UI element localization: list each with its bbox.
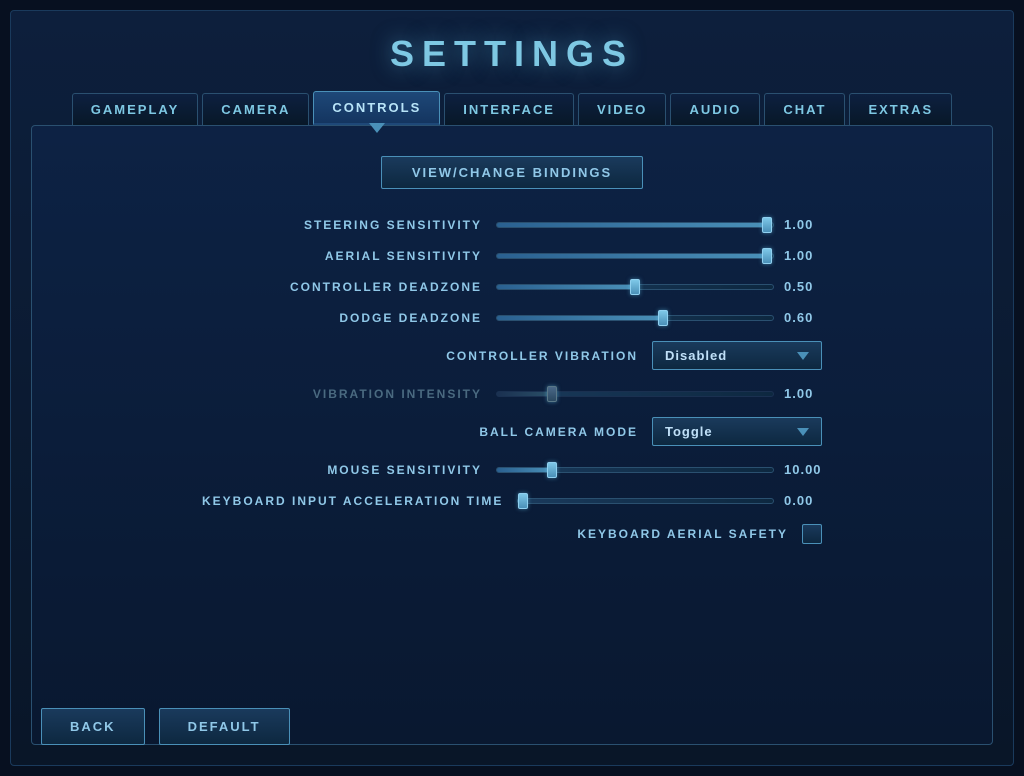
setting-row-ball-camera-mode: BALL CAMERA MODE Toggle bbox=[202, 417, 822, 446]
slider-track-steering[interactable] bbox=[496, 222, 774, 228]
slider-dodge-deadzone[interactable]: 0.60 bbox=[496, 310, 822, 325]
slider-thumb-controller-dz[interactable] bbox=[630, 279, 640, 295]
tab-extras[interactable]: EXTRAS bbox=[849, 93, 952, 125]
content-panel: VIEW/CHANGE BINDINGS STEERING SENSITIVIT… bbox=[31, 125, 993, 745]
bindings-button[interactable]: VIEW/CHANGE BINDINGS bbox=[381, 156, 643, 189]
setting-label-keyboard-aerial-safety: KEYBOARD AERIAL SAFETY bbox=[508, 527, 788, 541]
slider-thumb-aerial[interactable] bbox=[762, 248, 772, 264]
slider-thumb-steering[interactable] bbox=[762, 217, 772, 233]
slider-thumb-dodge-dz[interactable] bbox=[658, 310, 668, 326]
setting-row-controller-deadzone: CONTROLLER DEADZONE 0.50 bbox=[202, 279, 822, 294]
slider-track-controller-dz[interactable] bbox=[496, 284, 774, 290]
slider-mouse-sensitivity[interactable]: 10.00 bbox=[496, 462, 822, 477]
slider-thumb-vibration-intensity[interactable] bbox=[547, 386, 557, 402]
slider-controller-deadzone[interactable]: 0.50 bbox=[496, 279, 822, 294]
slider-value-dodge-dz: 0.60 bbox=[784, 310, 822, 325]
tab-video[interactable]: VIDEO bbox=[578, 93, 666, 125]
setting-label-controller-vibration: CONTROLLER VIBRATION bbox=[358, 349, 638, 363]
slider-thumb-mouse[interactable] bbox=[547, 462, 557, 478]
slider-value-steering: 1.00 bbox=[784, 217, 822, 232]
tab-active-arrow bbox=[369, 123, 385, 133]
setting-row-mouse-sensitivity: MOUSE SENSITIVITY 10.00 bbox=[202, 462, 822, 477]
setting-row-keyboard-accel: KEYBOARD INPUT ACCELERATION TIME 0.00 bbox=[202, 493, 822, 508]
back-button[interactable]: BACK bbox=[41, 708, 145, 745]
setting-label-dodge-deadzone: DODGE DEADZONE bbox=[202, 311, 482, 325]
slider-track-aerial[interactable] bbox=[496, 253, 774, 259]
slider-value-keyboard-accel: 0.00 bbox=[784, 493, 822, 508]
dropdown-arrow-vibration bbox=[797, 352, 809, 360]
dropdown-ball-camera-mode[interactable]: Toggle bbox=[652, 417, 822, 446]
setting-row-aerial-sensitivity: AERIAL SENSITIVITY 1.00 bbox=[202, 248, 822, 263]
bottom-bar: BACK DEFAULT bbox=[41, 708, 290, 745]
dropdown-controller-vibration[interactable]: Disabled bbox=[652, 341, 822, 370]
setting-label-ball-camera-mode: BALL CAMERA MODE bbox=[358, 425, 638, 439]
slider-aerial-sensitivity[interactable]: 1.00 bbox=[496, 248, 822, 263]
slider-fill-vibration-intensity bbox=[497, 392, 552, 396]
setting-label-controller-deadzone: CONTROLLER DEADZONE bbox=[202, 280, 482, 294]
slider-fill-controller-dz bbox=[497, 285, 635, 289]
setting-label-mouse-sensitivity: MOUSE SENSITIVITY bbox=[202, 463, 482, 477]
slider-value-vibration-intensity: 1.00 bbox=[784, 386, 822, 401]
tab-chat[interactable]: CHAT bbox=[764, 93, 845, 125]
slider-vibration-intensity[interactable]: 1.00 bbox=[496, 386, 822, 401]
setting-label-aerial-sensitivity: AERIAL SENSITIVITY bbox=[202, 249, 482, 263]
settings-grid: STEERING SENSITIVITY 1.00 AERIAL SENSITI… bbox=[202, 217, 822, 560]
setting-row-vibration-intensity: VIBRATION INTENSITY 1.00 bbox=[202, 386, 822, 401]
tab-interface[interactable]: INTERFACE bbox=[444, 93, 574, 125]
setting-row-controller-vibration: CONTROLLER VIBRATION Disabled bbox=[202, 341, 822, 370]
slider-fill-mouse bbox=[497, 468, 552, 472]
setting-row-dodge-deadzone: DODGE DEADZONE 0.60 bbox=[202, 310, 822, 325]
slider-value-mouse: 10.00 bbox=[784, 462, 822, 477]
slider-fill-steering bbox=[497, 223, 767, 227]
checkbox-container-keyboard-aerial bbox=[802, 524, 822, 544]
slider-value-aerial: 1.00 bbox=[784, 248, 822, 263]
slider-track-keyboard-accel[interactable] bbox=[517, 498, 774, 504]
page-title: SETTINGS bbox=[390, 11, 634, 91]
tab-controls[interactable]: CONTROLS bbox=[313, 91, 440, 125]
setting-row-keyboard-aerial-safety: KEYBOARD AERIAL SAFETY bbox=[202, 524, 822, 544]
default-button[interactable]: DEFAULT bbox=[159, 708, 290, 745]
slider-steering-sensitivity[interactable]: 1.00 bbox=[496, 217, 822, 232]
setting-row-steering-sensitivity: STEERING SENSITIVITY 1.00 bbox=[202, 217, 822, 232]
slider-track-mouse[interactable] bbox=[496, 467, 774, 473]
setting-label-steering-sensitivity: STEERING SENSITIVITY bbox=[202, 218, 482, 232]
tabs-row: GAMEPLAY CAMERA CONTROLS INTERFACE VIDEO… bbox=[70, 91, 954, 125]
slider-keyboard-accel[interactable]: 0.00 bbox=[517, 493, 822, 508]
tab-gameplay[interactable]: GAMEPLAY bbox=[72, 93, 198, 125]
slider-track-vibration-intensity[interactable] bbox=[496, 391, 774, 397]
slider-thumb-keyboard-accel[interactable] bbox=[518, 493, 528, 509]
slider-fill-aerial bbox=[497, 254, 767, 258]
tab-audio[interactable]: AUDIO bbox=[670, 93, 760, 125]
outer-frame: SETTINGS GAMEPLAY CAMERA CONTROLS INTERF… bbox=[10, 10, 1014, 766]
setting-label-vibration-intensity: VIBRATION INTENSITY bbox=[202, 387, 482, 401]
tab-camera[interactable]: CAMERA bbox=[202, 93, 309, 125]
checkbox-keyboard-aerial-safety[interactable] bbox=[802, 524, 822, 544]
slider-value-controller-dz: 0.50 bbox=[784, 279, 822, 294]
dropdown-arrow-ball-camera bbox=[797, 428, 809, 436]
setting-label-keyboard-accel: KEYBOARD INPUT ACCELERATION TIME bbox=[202, 494, 503, 508]
slider-track-dodge-dz[interactable] bbox=[496, 315, 774, 321]
slider-fill-dodge-dz bbox=[497, 316, 663, 320]
